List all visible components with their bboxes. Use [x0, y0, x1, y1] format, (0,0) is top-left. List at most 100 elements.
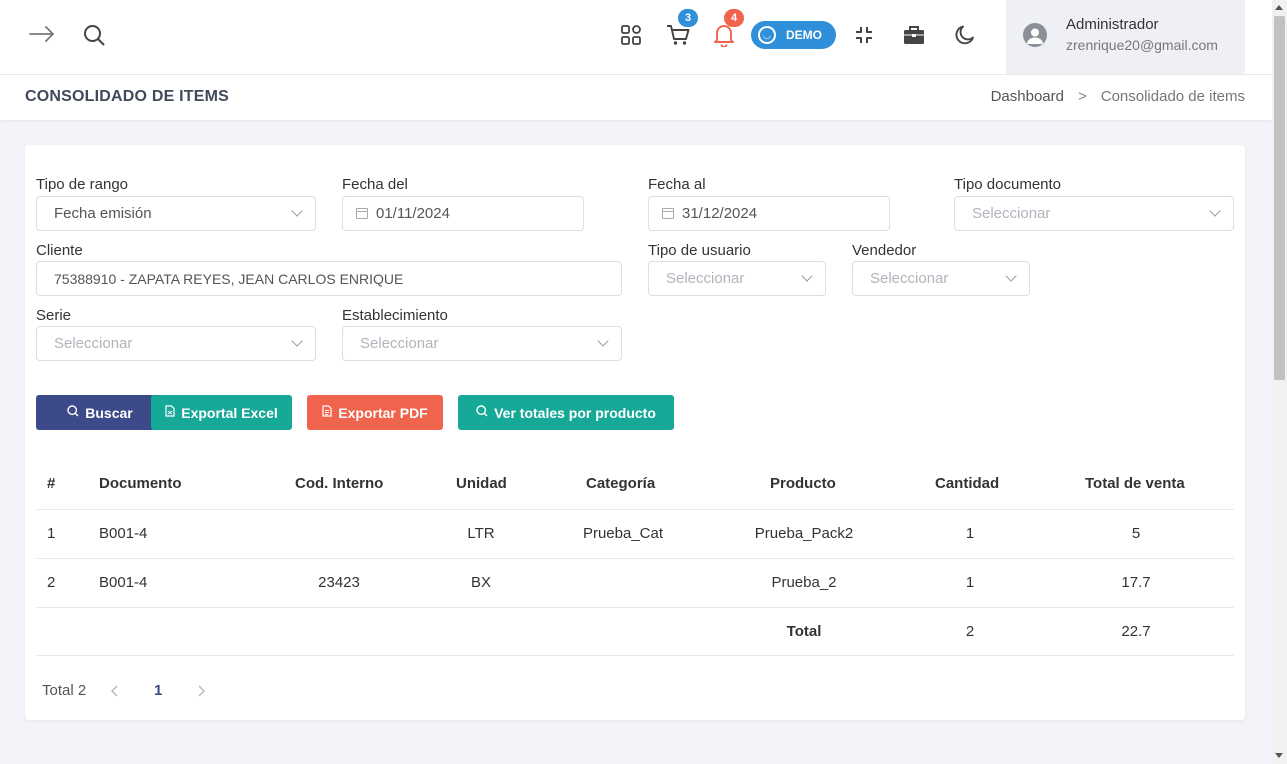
cell-documento: B001-4: [99, 525, 148, 542]
user-email: zrenrique20@gmail.com: [1066, 37, 1218, 53]
page-title-bar: CONSOLIDADO DE ITEMS Dashboard > Consoli…: [0, 75, 1272, 120]
breadcrumb-dashboard-link[interactable]: Dashboard: [991, 88, 1064, 105]
demo-mode-badge[interactable]: ◡ DEMO: [751, 21, 836, 49]
export-pdf-label: Exportar PDF: [338, 404, 428, 421]
export-pdf-button[interactable]: Exportar PDF: [307, 395, 443, 430]
calendar-icon: [662, 208, 674, 219]
cliente-value: 75388910 - ZAPATA REYES, JEAN CARLOS ENR…: [54, 270, 404, 287]
breadcrumb-current: Consolidado de items: [1100, 88, 1245, 105]
col-header-cod-interno: Cod. Interno: [295, 475, 384, 492]
establecimiento-select[interactable]: Seleccionar: [342, 326, 622, 361]
user-name: Administrador: [1066, 16, 1159, 33]
total-cantidad: 2: [965, 623, 975, 640]
tipo-rango-select[interactable]: Fecha emisión: [36, 196, 316, 231]
top-navbar: 3 4 ◡ DEMO Administrador zrenrique20@gma…: [0, 0, 1272, 75]
user-menu[interactable]: Administrador zrenrique20@gmail.com: [1006, 0, 1245, 74]
chevron-down-icon: [291, 205, 303, 217]
chevron-down-icon: [291, 335, 303, 347]
col-header-unidad: Unidad: [456, 475, 507, 492]
cell-total-venta: 5: [1131, 525, 1141, 542]
chevron-down-icon: [597, 335, 609, 347]
ver-totales-button[interactable]: Ver totales por producto: [458, 395, 674, 430]
scrollbar-thumb[interactable]: [1274, 16, 1285, 380]
cell-cantidad: 1: [965, 574, 975, 591]
file-pdf-icon: [322, 405, 332, 420]
total-label: Total: [786, 623, 822, 640]
page-number-current[interactable]: 1: [154, 682, 162, 699]
cell-cod-interno: 23423: [318, 574, 360, 591]
fecha-al-input[interactable]: 31/12/2024: [648, 196, 890, 231]
page-title: CONSOLIDADO DE ITEMS: [25, 88, 230, 105]
file-excel-icon: [165, 405, 175, 420]
cell-number: 1: [47, 525, 56, 542]
serie-select[interactable]: Seleccionar: [36, 326, 316, 361]
cell-producto: Prueba_Pack2: [754, 525, 854, 542]
tipo-rango-value: Fecha emisión: [54, 205, 152, 222]
total-venta: 22.7: [1121, 623, 1151, 640]
search-icon: [67, 405, 79, 420]
user-avatar-icon: [1023, 23, 1047, 47]
fecha-del-input[interactable]: 01/11/2024: [342, 196, 584, 231]
smile-icon: ◡: [758, 26, 776, 44]
chevron-down-icon: [1209, 205, 1221, 217]
divider: [36, 509, 1234, 510]
prev-page-icon[interactable]: [110, 682, 120, 702]
next-page-icon[interactable]: [196, 682, 206, 702]
cliente-input[interactable]: 75388910 - ZAPATA REYES, JEAN CARLOS ENR…: [36, 261, 622, 296]
col-header-producto: Producto: [770, 475, 836, 492]
col-header-cantidad: Cantidad: [935, 475, 1000, 492]
tipo-rango-label: Tipo de rango: [36, 176, 129, 193]
col-header-total-venta: Total de venta: [1085, 475, 1185, 492]
cell-categoria: Prueba_Cat: [582, 525, 664, 542]
calendar-icon: [356, 208, 368, 219]
divider: [36, 558, 1234, 559]
scroll-up-icon[interactable]: [1275, 5, 1283, 10]
establecimiento-placeholder: Seleccionar: [360, 335, 439, 352]
briefcase-icon[interactable]: [902, 23, 926, 47]
fecha-al-value: 31/12/2024: [682, 205, 758, 222]
export-excel-label: Exportal Excel: [181, 404, 278, 421]
search-icon: [476, 405, 488, 420]
arrow-right-icon[interactable]: [28, 22, 56, 46]
fecha-del-label: Fecha del: [342, 176, 408, 193]
cell-unidad: BX: [470, 574, 492, 591]
fecha-al-label: Fecha al: [648, 176, 706, 193]
serie-label: Serie: [36, 307, 72, 324]
export-excel-button[interactable]: Exportal Excel: [151, 395, 292, 430]
cell-cantidad: 1: [965, 525, 975, 542]
col-header-documento: Documento: [99, 475, 182, 492]
tipo-usuario-select[interactable]: Seleccionar: [648, 261, 826, 296]
bell-count-badge: 4: [724, 9, 744, 27]
pagination-total: Total 2: [42, 682, 87, 699]
tipo-documento-label: Tipo documento: [954, 176, 1062, 193]
col-header-number: #: [47, 475, 56, 492]
divider: [36, 655, 1234, 656]
buscar-button[interactable]: Buscar: [36, 395, 164, 430]
chevron-down-icon: [1005, 270, 1017, 282]
breadcrumb-separator: >: [1077, 88, 1087, 105]
tipo-usuario-placeholder: Seleccionar: [666, 270, 745, 287]
tipo-usuario-label: Tipo de usuario: [648, 242, 751, 259]
apps-grid-icon[interactable]: [619, 23, 643, 47]
tipo-documento-placeholder: Seleccionar: [972, 205, 1051, 222]
cart-count-badge: 3: [678, 9, 698, 27]
buscar-label: Buscar: [85, 404, 133, 421]
search-icon[interactable]: [82, 23, 106, 47]
cliente-label: Cliente: [36, 242, 83, 259]
vertical-scrollbar[interactable]: [1272, 0, 1287, 764]
breadcrumb: Dashboard > Consolidado de items: [991, 88, 1245, 105]
ver-totales-label: Ver totales por producto: [494, 404, 656, 421]
cell-total-venta: 17.7: [1121, 574, 1151, 591]
scroll-down-icon[interactable]: [1275, 753, 1283, 758]
vendedor-select[interactable]: Seleccionar: [852, 261, 1030, 296]
serie-placeholder: Seleccionar: [54, 335, 133, 352]
moon-icon[interactable]: [953, 22, 977, 48]
exit-fullscreen-icon[interactable]: [852, 23, 876, 47]
cell-unidad: LTR: [467, 525, 495, 542]
report-card: Tipo de rango Fecha emisión Fecha del 01…: [25, 145, 1245, 720]
divider: [36, 607, 1234, 608]
establecimiento-label: Establecimiento: [342, 307, 448, 324]
chevron-down-icon: [801, 270, 813, 282]
tipo-documento-select[interactable]: Seleccionar: [954, 196, 1234, 231]
cell-producto: Prueba_2: [771, 574, 837, 591]
